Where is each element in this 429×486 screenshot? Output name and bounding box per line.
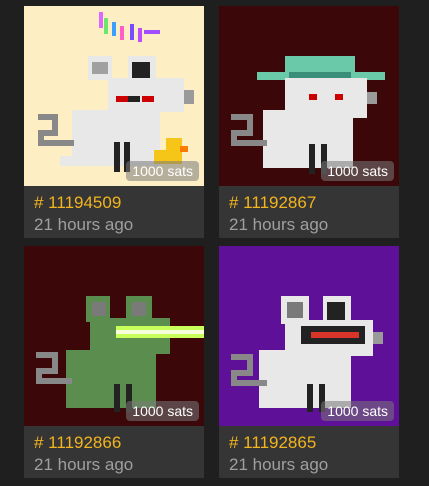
inscription-number[interactable]: # 11192867 [229, 192, 328, 214]
nft-image[interactable]: 1000 sats [24, 6, 204, 186]
timestamp: 21 hours ago [229, 215, 329, 234]
card-meta: # 11192865 21 hours ago [229, 432, 328, 476]
rat-pixel-art [24, 6, 204, 186]
timestamp: 21 hours ago [34, 455, 134, 474]
price-badge: 1000 sats [321, 401, 394, 421]
card-meta: # 11192866 21 hours ago [34, 432, 133, 476]
inscription-number[interactable]: # 11194509 [34, 192, 133, 214]
rat-pixel-art [24, 246, 204, 426]
nft-card[interactable]: 1000 sats # 11194509 21 hours ago [24, 6, 204, 238]
nft-card[interactable]: 1000 sats # 11192867 21 hours ago [219, 6, 399, 238]
rat-pixel-art [219, 246, 399, 426]
card-meta: # 11194509 21 hours ago [34, 192, 133, 236]
nft-card[interactable]: 1000 sats # 11192865 21 hours ago [219, 246, 399, 478]
price-badge: 1000 sats [321, 161, 394, 181]
rat-pixel-art [219, 6, 399, 186]
price-badge: 1000 sats [126, 401, 199, 421]
nft-image[interactable]: 1000 sats [219, 246, 399, 426]
nft-image[interactable]: 1000 sats [24, 246, 204, 426]
card-meta: # 11192867 21 hours ago [229, 192, 328, 236]
nft-image[interactable]: 1000 sats [219, 6, 399, 186]
timestamp: 21 hours ago [34, 215, 134, 234]
timestamp: 21 hours ago [229, 455, 329, 474]
nft-grid: 1000 sats # 11194509 21 hours ago 1000 s… [0, 0, 429, 486]
inscription-number[interactable]: # 11192866 [34, 432, 133, 454]
nft-card[interactable]: 1000 sats # 11192866 21 hours ago [24, 246, 204, 478]
price-badge: 1000 sats [126, 161, 199, 181]
inscription-number[interactable]: # 11192865 [229, 432, 328, 454]
